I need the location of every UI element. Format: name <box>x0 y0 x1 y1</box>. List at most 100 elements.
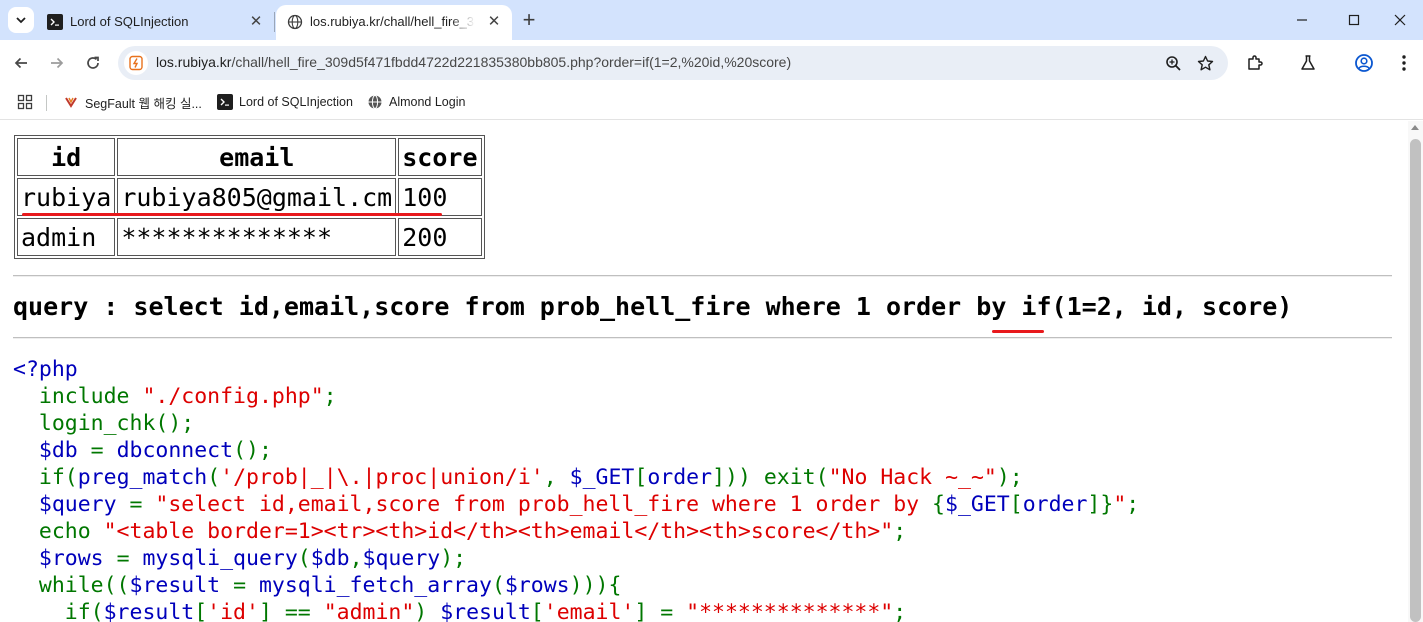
cell-id: admin <box>17 218 116 256</box>
table-header-row: id email score <box>17 138 482 176</box>
address-bar[interactable]: los.rubiya.kr/chall/hell_fire_309d5f471f… <box>118 46 1228 80</box>
code-token: , <box>349 546 363 571</box>
close-tab-icon[interactable]: ✕ <box>248 14 264 30</box>
back-button[interactable] <box>7 49 35 77</box>
code-token: order <box>647 465 713 490</box>
page-content: id email score rubiya rubiya805@gmail.cm… <box>0 121 1408 622</box>
code-token: [ <box>194 600 208 622</box>
table-row: rubiya rubiya805@gmail.cm 100 <box>17 178 482 216</box>
zoom-button[interactable] <box>1161 51 1185 75</box>
code-token: exit <box>763 465 816 490</box>
bookmark-label: SegFault 웹 해킹 실... <box>85 96 202 111</box>
site-info-button[interactable] <box>124 51 148 75</box>
scrollbar-thumb[interactable] <box>1410 139 1421 622</box>
code-token: $_GET <box>569 465 635 490</box>
tab-lord-of-sqlinjection[interactable]: Lord of SQLInjection ✕ <box>36 5 274 40</box>
code-token: (); <box>233 438 272 463</box>
code-token: $rows <box>504 573 570 598</box>
query-text: query : select id,email,score from prob_… <box>13 292 1293 321</box>
code-token: include <box>13 384 143 409</box>
code-token: [ <box>634 465 648 490</box>
code-token: $result <box>129 573 234 598</box>
table-row: admin ************** 200 <box>17 218 482 256</box>
tab-search-button[interactable] <box>8 7 34 33</box>
site-info-icon <box>129 55 143 71</box>
bookmark-segfault[interactable]: SegFault 웹 해킹 실... <box>63 92 202 112</box>
php-source-code: <?php include "./config.php"; login_chk(… <box>13 356 1139 622</box>
vertical-scrollbar[interactable] <box>1408 121 1423 622</box>
code-token: preg_match <box>77 465 208 490</box>
bookmark-lord-of-sqlinjection[interactable]: Lord of SQLInjection <box>217 92 353 112</box>
code-token: if( <box>13 600 104 622</box>
extensions-icon <box>1248 55 1263 70</box>
code-token: mysqli_query <box>142 546 298 571</box>
code-token: <?php <box>13 357 78 382</box>
code-token: [ <box>530 600 544 622</box>
tab-strip: Lord of SQLInjection ✕ los.rubiya.kr/cha… <box>0 0 1423 40</box>
code-token: ; <box>1126 492 1140 517</box>
code-line: include "./config.php"; <box>13 383 1139 410</box>
forward-button[interactable] <box>43 49 71 77</box>
close-window-button[interactable] <box>1385 6 1415 34</box>
forward-icon <box>51 57 64 69</box>
minimize-button[interactable] <box>1287 6 1317 34</box>
apps-button[interactable] <box>17 92 33 112</box>
maximize-icon <box>1348 14 1360 26</box>
code-token: ( <box>297 546 311 571</box>
code-token: ]} <box>1087 492 1114 517</box>
code-token: if( <box>13 465 78 490</box>
new-tab-button[interactable]: + <box>517 9 541 33</box>
bookmark-label: Lord of SQLInjection <box>239 95 353 109</box>
profile-icon <box>1355 54 1373 72</box>
code-line: $db = dbconnect(); <box>13 437 1139 464</box>
code-token: mysqli_fetch_array <box>258 573 492 598</box>
code-token: = <box>90 438 117 463</box>
code-token: ])) <box>712 465 764 490</box>
code-token: = <box>116 546 143 571</box>
scroll-up-arrow[interactable] <box>1411 125 1419 130</box>
tab-title: Lord of SQLInjection <box>70 14 189 29</box>
labs-button[interactable] <box>1294 49 1322 77</box>
code-token: 'email' <box>543 600 635 622</box>
star-icon <box>1197 55 1213 70</box>
bookmarks-bar: SegFault 웹 해킹 실... Lord of SQLInjection … <box>0 86 1423 120</box>
code-line: while(($result = mysqli_fetch_array($row… <box>13 572 1139 599</box>
url-path: /chall/hell_fire_309d5f471fbdd4722d22183… <box>231 54 792 70</box>
result-table: id email score rubiya rubiya805@gmail.cm… <box>14 135 485 259</box>
tab-hell-fire[interactable]: los.rubiya.kr/chall/hell_fire_309 ✕ <box>276 5 512 40</box>
reload-button[interactable] <box>79 49 107 77</box>
code-token: "**************" <box>686 600 894 622</box>
code-line: login_chk(); <box>13 410 1139 437</box>
cell-score: 200 <box>398 218 482 256</box>
column-header-id: id <box>17 138 116 176</box>
code-token: dbconnect <box>116 438 234 463</box>
code-token: ] == <box>258 600 324 622</box>
menu-button[interactable] <box>1390 49 1418 77</box>
bookmark-almond-login[interactable]: Almond Login <box>367 92 465 112</box>
code-token: ); <box>440 546 467 571</box>
code-token: ) <box>414 600 441 622</box>
code-token: 'id' <box>207 600 259 622</box>
code-token: "./config.php" <box>142 384 324 409</box>
maximize-button[interactable] <box>1339 6 1369 34</box>
close-tab-icon[interactable]: ✕ <box>486 14 502 30</box>
code-token: $query <box>13 492 130 517</box>
cell-score: 100 <box>398 178 482 216</box>
terminal-icon <box>217 94 233 110</box>
code-line: if(preg_match('/prob|_|\.|proc|union/i',… <box>13 464 1139 491</box>
cell-id: rubiya <box>17 178 116 216</box>
code-token: $query <box>362 546 441 571</box>
code-token: ; <box>323 384 337 409</box>
extensions-button[interactable] <box>1241 49 1269 77</box>
bookmark-star-button[interactable] <box>1193 51 1217 75</box>
code-token: ))){ <box>569 573 622 598</box>
profile-button[interactable] <box>1350 49 1378 77</box>
code-token: ( <box>491 573 505 598</box>
code-token: , <box>543 465 570 490</box>
horizontal-rule <box>13 337 1392 339</box>
code-line: $query = "select id,email,score from pro… <box>13 491 1139 518</box>
tab-title: los.rubiya.kr/chall/hell_fire_309 <box>310 14 475 29</box>
code-token: login_chk <box>13 411 156 436</box>
code-token: "<table border=1><tr><th>id</th><th>emai… <box>103 519 894 544</box>
code-token: while(( <box>13 573 130 598</box>
